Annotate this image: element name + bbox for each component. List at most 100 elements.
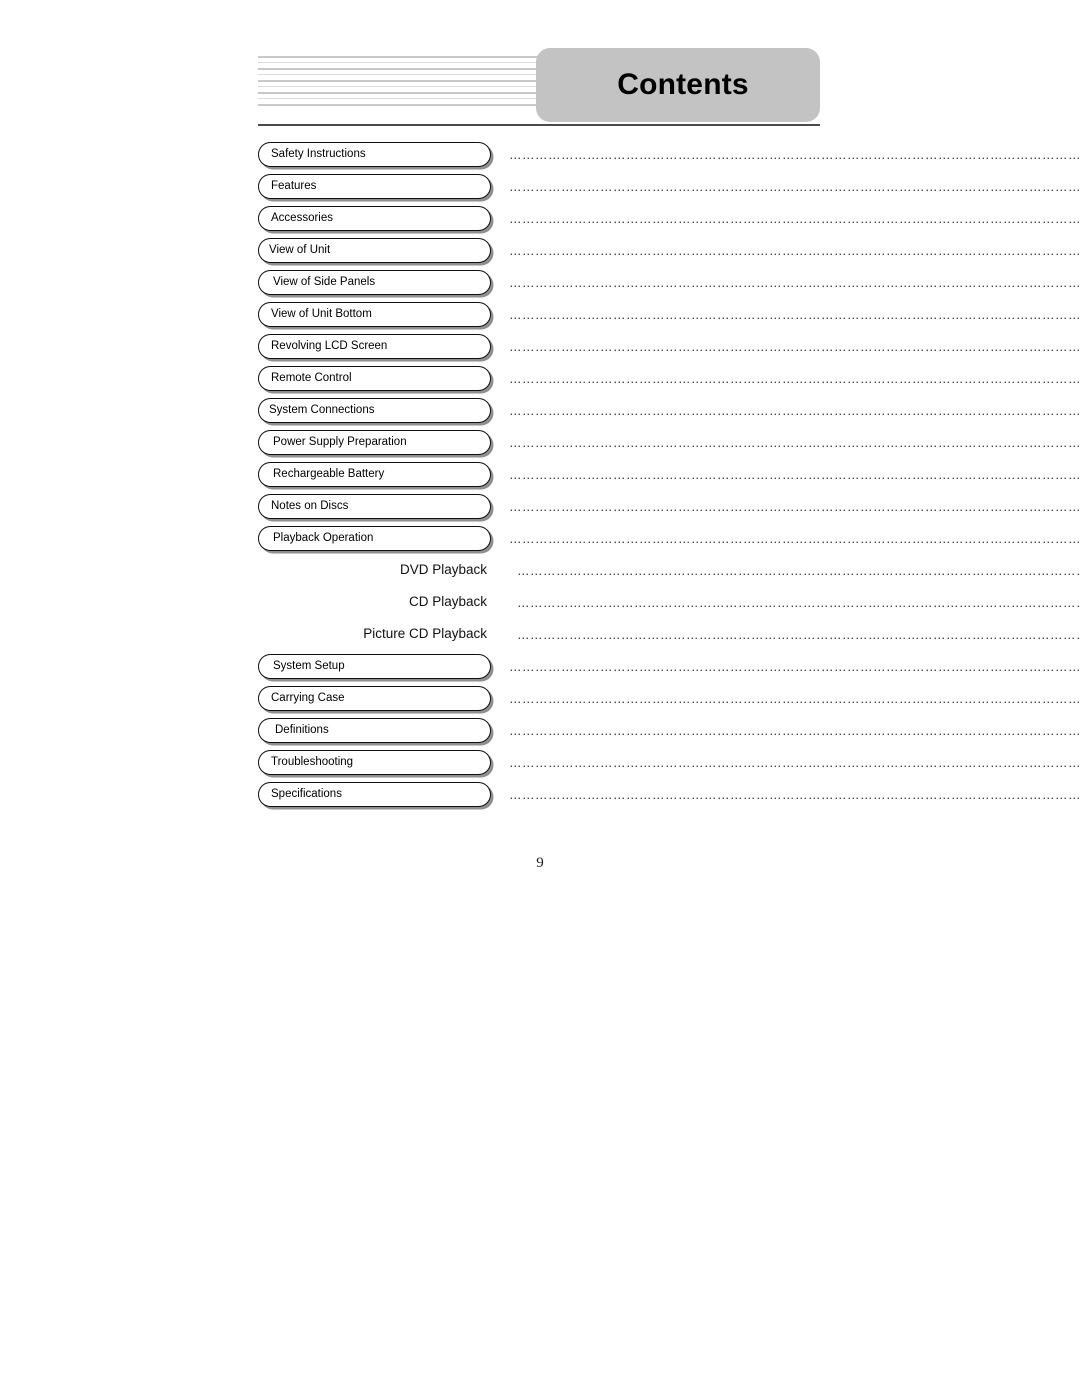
toc-dot-leader: ……………………………………………………………………………………………………………: [509, 341, 1080, 354]
toc-entry-label: Definitions: [275, 723, 329, 736]
toc-leader-group: ……………………………………………………………………………………………………………: [491, 492, 1080, 519]
toc-entry-capsule[interactable]: Troubleshooting: [258, 750, 491, 775]
toc-entry[interactable]: View of Unit Bottom …………………………………………………………: [258, 300, 1080, 332]
toc-entry-capsule[interactable]: Rechargeable Battery: [258, 462, 491, 487]
stripe-line: [258, 86, 543, 87]
stripe-line: [258, 56, 543, 58]
table-of-contents: Safety Instructions …………………………………………………………: [258, 140, 1080, 812]
toc-entry[interactable]: Accessories ………………………………………………………………………………: [258, 204, 1080, 236]
toc-dot-leader: ……………………………………………………………………………………………………………: [509, 469, 1080, 482]
toc-entry[interactable]: View of Side Panels …………………………………………………………: [258, 268, 1080, 300]
toc-leader-group: ……………………………………………………………………………………………………………: [491, 428, 1080, 455]
toc-entry-capsule[interactable]: View of Unit Bottom: [258, 302, 491, 327]
toc-dot-leader: ……………………………………………………………………………………………………………: [517, 597, 1080, 610]
contents-title-plate: Contents: [536, 48, 820, 122]
toc-entry-label: Troubleshooting: [271, 755, 354, 768]
toc-dot-leader: ……………………………………………………………………………………………………………: [517, 565, 1080, 578]
stripe-line: [258, 74, 543, 75]
toc-leader-group: ……………………………………………………………………………………………………………: [491, 268, 1080, 295]
toc-entry-capsule[interactable]: Features: [258, 174, 491, 199]
toc-entry-label: Rechargeable Battery: [273, 467, 385, 480]
toc-entry[interactable]: CD Playback ………………………………………………………………………………: [258, 588, 1080, 620]
toc-entry[interactable]: Safety Instructions …………………………………………………………: [258, 140, 1080, 172]
toc-entry[interactable]: Power Supply Preparation ……………………………………………: [258, 428, 1080, 460]
toc-dot-leader: ……………………………………………………………………………………………………………: [509, 501, 1080, 514]
toc-leader-group: ……………………………………………………………………………………………………………: [491, 716, 1080, 743]
toc-leader-group: ……………………………………………………………………………………………………………: [491, 620, 1080, 647]
toc-entry[interactable]: Notes on Discs ………………………………………………………………………: [258, 492, 1080, 524]
toc-entry-label: System Connections: [269, 403, 375, 416]
toc-dot-leader: ……………………………………………………………………………………………………………: [509, 533, 1080, 546]
toc-dot-leader: ……………………………………………………………………………………………………………: [509, 789, 1080, 802]
toc-leader-group: ……………………………………………………………………………………………………………: [491, 684, 1080, 711]
toc-entry[interactable]: Rechargeable Battery ………………………………………………………: [258, 460, 1080, 492]
toc-leader-group: ……………………………………………………………………………………………………………: [491, 460, 1080, 487]
toc-entry-label: Specifications: [271, 787, 342, 800]
toc-leader-group: ……………………………………………………………………………………………………………: [491, 204, 1080, 231]
toc-sub-entry-label: CD Playback: [408, 594, 487, 609]
toc-entry[interactable]: Specifications ………………………………………………………………………: [258, 780, 1080, 812]
toc-entry-label: Safety Instructions: [271, 147, 366, 160]
toc-entry-capsule[interactable]: Notes on Discs: [258, 494, 491, 519]
toc-entry[interactable]: Carrying Case …………………………………………………………………………: [258, 684, 1080, 716]
toc-entry-label: Playback Operation: [273, 531, 374, 544]
toc-leader-group: ……………………………………………………………………………………………………………: [491, 780, 1080, 807]
stripe-line: [258, 98, 543, 99]
toc-entry[interactable]: View of Unit ……………………………………………………………………………: [258, 236, 1080, 268]
toc-leader-group: ……………………………………………………………………………………………………………: [491, 172, 1080, 199]
document-page: Contents Safety Instructions …………………………………: [0, 0, 1080, 1397]
toc-entry-capsule[interactable]: Revolving LCD Screen: [258, 334, 491, 359]
toc-entry[interactable]: System Connections ……………………………………………………………: [258, 396, 1080, 428]
toc-leader-group: ……………………………………………………………………………………………………………: [491, 652, 1080, 679]
toc-leader-group: ……………………………………………………………………………………………………………: [491, 332, 1080, 359]
toc-dot-leader: ……………………………………………………………………………………………………………: [509, 437, 1080, 450]
toc-leader-group: ……………………………………………………………………………………………………………: [491, 748, 1080, 775]
toc-entry-capsule[interactable]: Safety Instructions: [258, 142, 491, 167]
toc-entry-label: View of Side Panels: [273, 275, 376, 288]
toc-entry-label: Revolving LCD Screen: [271, 339, 388, 352]
decorative-stripes: [258, 56, 543, 110]
toc-entry-capsule[interactable]: Accessories: [258, 206, 491, 231]
toc-dot-leader: ……………………………………………………………………………………………………………: [509, 373, 1080, 386]
toc-entry-label: Features: [271, 179, 317, 192]
toc-entry-capsule[interactable]: Specifications: [258, 782, 491, 807]
toc-entry[interactable]: Revolving LCD Screen ………………………………………………………: [258, 332, 1080, 364]
toc-leader-group: ……………………………………………………………………………………………………………: [491, 300, 1080, 327]
toc-entry-capsule[interactable]: View of Unit: [258, 238, 491, 263]
toc-entry[interactable]: DVD Playback ……………………………………………………………………………: [258, 556, 1080, 588]
toc-entry[interactable]: Features ………………………………………………………………………………………: [258, 172, 1080, 204]
toc-leader-group: ……………………………………………………………………………………………………………: [491, 556, 1080, 583]
toc-entry-capsule[interactable]: View of Side Panels: [258, 270, 491, 295]
toc-entry[interactable]: Playback Operation ……………………………………………………………: [258, 524, 1080, 556]
toc-entry-capsule[interactable]: Carrying Case: [258, 686, 491, 711]
toc-dot-leader: ……………………………………………………………………………………………………………: [517, 629, 1080, 642]
toc-dot-leader: ……………………………………………………………………………………………………………: [509, 181, 1080, 194]
toc-entry-capsule[interactable]: Definitions: [258, 718, 491, 743]
toc-dot-leader: ……………………………………………………………………………………………………………: [509, 277, 1080, 290]
toc-entry[interactable]: Remote Control ………………………………………………………………………: [258, 364, 1080, 396]
toc-dot-leader: ……………………………………………………………………………………………………………: [509, 725, 1080, 738]
toc-entry[interactable]: Troubleshooting ……………………………………………………………………: [258, 748, 1080, 780]
toc-leader-group: ……………………………………………………………………………………………………………: [491, 364, 1080, 391]
toc-dot-leader: ……………………………………………………………………………………………………………: [509, 213, 1080, 226]
header-divider-rule: [258, 124, 820, 126]
toc-entry-capsule[interactable]: Power Supply Preparation: [258, 430, 491, 455]
toc-entry-capsule[interactable]: System Connections: [258, 398, 491, 423]
stripe-line: [258, 104, 543, 106]
toc-leader-group: ……………………………………………………………………………………………………………: [491, 236, 1080, 263]
toc-entry-label: View of Unit Bottom: [271, 307, 372, 320]
toc-dot-leader: ……………………………………………………………………………………………………………: [509, 309, 1080, 322]
toc-entry[interactable]: System Setup ……………………………………………………………………………: [258, 652, 1080, 684]
toc-dot-leader: ……………………………………………………………………………………………………………: [509, 245, 1080, 258]
stripe-line: [258, 62, 543, 63]
toc-entry-capsule[interactable]: Playback Operation: [258, 526, 491, 551]
toc-entry-label: Remote Control: [271, 371, 352, 384]
toc-entry-capsule[interactable]: Remote Control: [258, 366, 491, 391]
stripe-line: [258, 80, 543, 82]
toc-dot-leader: ……………………………………………………………………………………………………………: [509, 757, 1080, 770]
toc-entry-capsule[interactable]: System Setup: [258, 654, 491, 679]
stripe-line: [258, 92, 543, 94]
toc-entry[interactable]: Definitions ………………………………………………………………………………: [258, 716, 1080, 748]
toc-leader-group: ……………………………………………………………………………………………………………: [491, 524, 1080, 551]
toc-entry[interactable]: Picture CD Playback …………………………………………………………: [258, 620, 1080, 652]
